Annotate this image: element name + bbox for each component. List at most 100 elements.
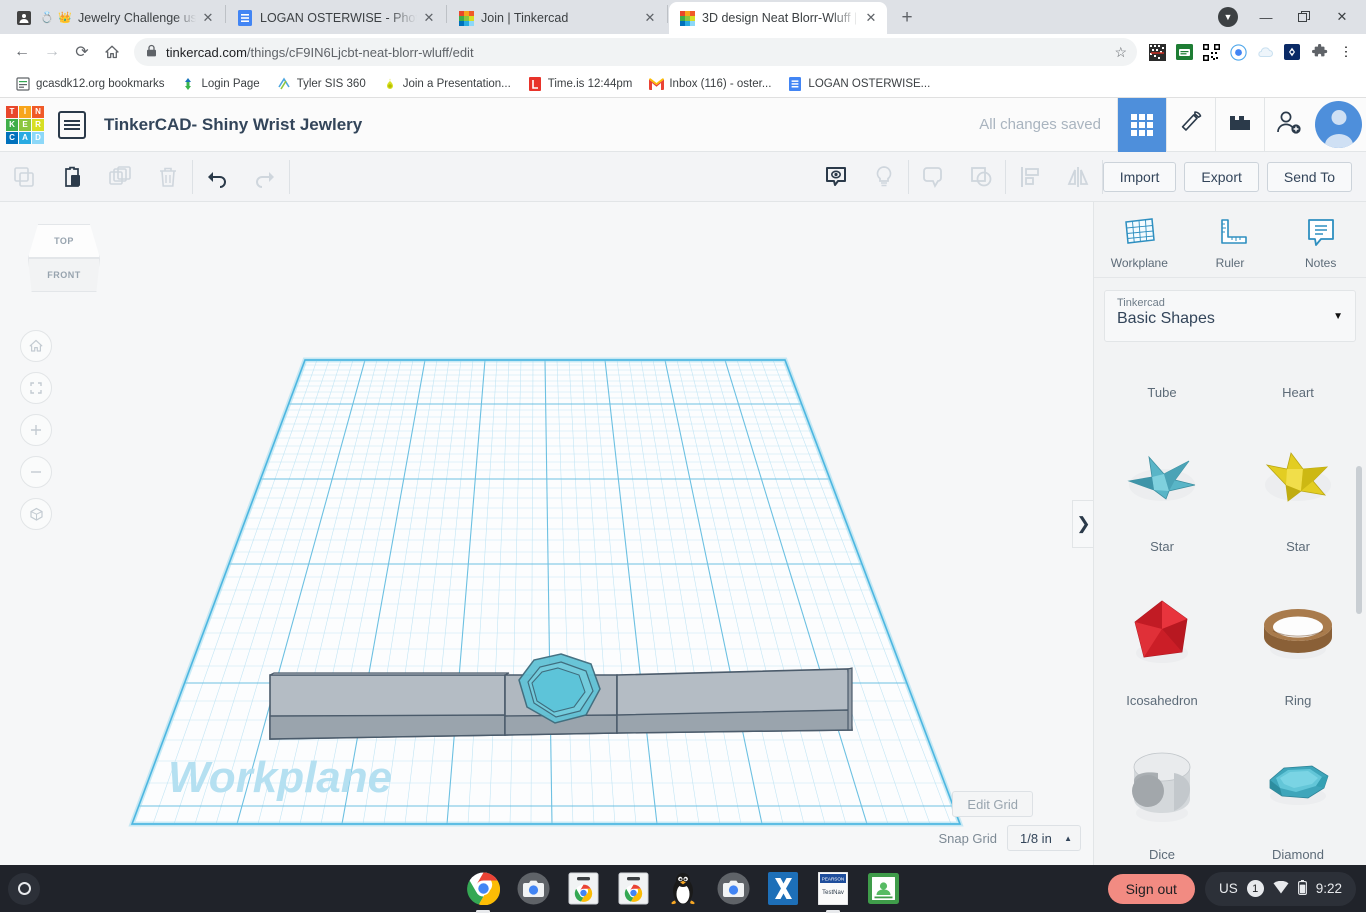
view-cube-top-face[interactable]: TOP bbox=[28, 224, 100, 258]
panel-collapse-toggle[interactable]: ❯ bbox=[1072, 500, 1093, 548]
bookmark-gmail-inbox[interactable]: Inbox (116) - oster... bbox=[641, 73, 778, 95]
design-grid-mode-button[interactable] bbox=[1117, 97, 1166, 152]
lightbulb-button[interactable] bbox=[860, 152, 908, 202]
testnav-app[interactable]: PEARSON TestNav bbox=[816, 872, 850, 913]
shape-library-select[interactable]: Tinkercad Basic Shapes ▼ bbox=[1104, 290, 1356, 342]
zoom-in-button[interactable] bbox=[20, 414, 52, 446]
blocks-mode-button[interactable] bbox=[1215, 97, 1264, 152]
home-button[interactable] bbox=[98, 38, 126, 66]
notes-tool[interactable]: Notes bbox=[1275, 202, 1366, 277]
group-button[interactable] bbox=[909, 152, 957, 202]
delete-button[interactable] bbox=[144, 152, 192, 202]
linux-terminal-app[interactable] bbox=[666, 872, 700, 906]
browser-tab-1[interactable]: 💍 👑 Jewelry Challenge using T ✕ bbox=[6, 2, 224, 34]
codeblocks-mode-button[interactable] bbox=[1166, 97, 1215, 152]
bookmark-login-page[interactable]: Login Page bbox=[173, 73, 266, 95]
qr-scanner-extension-icon[interactable] bbox=[1145, 40, 1169, 64]
panel-scrollbar[interactable] bbox=[1356, 466, 1362, 614]
bookmark-gcasdk12[interactable]: gcasdk12.org bookmarks bbox=[8, 73, 171, 95]
reload-button[interactable]: ⟳ bbox=[68, 38, 96, 66]
ungroup-button[interactable] bbox=[957, 152, 1005, 202]
record-extension-icon[interactable] bbox=[1226, 40, 1250, 64]
ruler-tool[interactable]: Ruler bbox=[1185, 202, 1276, 277]
system-tray[interactable]: US 1 9:22 bbox=[1204, 871, 1356, 906]
shape-icosahedron[interactable]: Icosahedron bbox=[1094, 558, 1230, 712]
edit-grid-button[interactable]: Edit Grid bbox=[952, 791, 1033, 817]
align-tools bbox=[1006, 152, 1102, 202]
invite-people-button[interactable] bbox=[1264, 97, 1313, 152]
zoom-out-button[interactable] bbox=[20, 456, 52, 488]
sign-out-button[interactable]: Sign out bbox=[1107, 873, 1195, 904]
bookmark-star-icon[interactable]: ☆ bbox=[1114, 44, 1127, 61]
shape-tube[interactable]: Tube bbox=[1094, 356, 1230, 404]
shape-diamond[interactable]: Diamond bbox=[1230, 712, 1366, 865]
view-cube[interactable]: TOP FRONT bbox=[24, 224, 104, 296]
duplicate-button[interactable] bbox=[96, 152, 144, 202]
undo-button[interactable] bbox=[193, 152, 241, 202]
tinkercad-app: T I N K E R C A D TinkerCAD- Shiny Wrist… bbox=[0, 97, 1366, 865]
snap-grid-select[interactable]: 1/8 in ▲ bbox=[1007, 825, 1081, 851]
browser-tab-2[interactable]: LOGAN OSTERWISE - Photo Doc ✕ bbox=[227, 2, 445, 34]
project-list-button[interactable] bbox=[58, 110, 86, 139]
dashlane-extension-icon[interactable] bbox=[1280, 40, 1304, 64]
address-bar[interactable]: tinkercad.com/things/cF9IN6Ljcbt-neat-bl… bbox=[134, 38, 1137, 66]
send-to-button[interactable]: Send To bbox=[1266, 161, 1352, 192]
browser-tab-4-active[interactable]: 3D design Neat Blorr-Wluff | Tink ✕ bbox=[669, 2, 887, 34]
shape-star-teal[interactable]: Star bbox=[1094, 404, 1230, 558]
workplane-tool[interactable]: Workplane bbox=[1094, 202, 1185, 277]
tyler-sis-icon bbox=[276, 76, 292, 92]
tab-close-button[interactable]: ✕ bbox=[642, 10, 658, 26]
download-indicator-button[interactable]: ▼ bbox=[1210, 3, 1246, 31]
save-status: All changes saved bbox=[979, 116, 1101, 133]
bookmark-timeis[interactable]: Time.is 12:44pm bbox=[520, 73, 640, 95]
puzzle-extensions-menu-icon[interactable] bbox=[1307, 40, 1331, 64]
green-doc-extension-icon[interactable] bbox=[1172, 40, 1196, 64]
tab-close-button[interactable]: ✕ bbox=[863, 10, 879, 26]
page-title[interactable]: TinkerCAD- Shiny Wrist Jewlery bbox=[104, 115, 362, 135]
new-tab-button[interactable]: + bbox=[893, 4, 921, 32]
paste-button[interactable] bbox=[48, 152, 96, 202]
shape-star-yellow[interactable]: Star bbox=[1230, 404, 1366, 558]
shape-dice[interactable]: Dice bbox=[1094, 712, 1230, 865]
forward-button[interactable]: → bbox=[38, 38, 66, 66]
cloud-extension-icon[interactable] bbox=[1253, 40, 1277, 64]
export-button[interactable]: Export bbox=[1184, 161, 1259, 192]
xello-app[interactable] bbox=[766, 872, 800, 906]
back-button[interactable]: ← bbox=[8, 38, 36, 66]
tab-close-button[interactable]: ✕ bbox=[200, 10, 216, 26]
bookmark-logan-osterwise-doc[interactable]: LOGAN OSTERWISE... bbox=[780, 73, 937, 95]
launcher-button[interactable] bbox=[8, 872, 40, 905]
google-classroom-app[interactable] bbox=[866, 872, 900, 906]
3d-viewport[interactable]: Workplane TOP FRONT Edit Grid Snap Grid … bbox=[0, 202, 1093, 865]
fit-view-button[interactable] bbox=[20, 372, 52, 404]
tinkercad-logo[interactable]: T I N K E R C A D bbox=[0, 98, 50, 152]
align-button[interactable] bbox=[1006, 152, 1054, 202]
camera-app-2[interactable] bbox=[716, 872, 750, 906]
chrome-app[interactable] bbox=[466, 872, 500, 913]
tab-close-button[interactable]: ✕ bbox=[421, 10, 437, 26]
avatar[interactable] bbox=[1315, 101, 1362, 148]
chrome-menu-icon[interactable]: ⋮ bbox=[1334, 40, 1358, 64]
camera-app[interactable] bbox=[516, 872, 550, 906]
home-view-button[interactable] bbox=[20, 330, 52, 362]
bookmark-tyler-sis[interactable]: Tyler SIS 360 bbox=[269, 73, 373, 95]
chrome-shortcut-2[interactable] bbox=[616, 872, 650, 906]
wifi-icon bbox=[1273, 880, 1289, 897]
shape-ring[interactable]: Ring bbox=[1230, 558, 1366, 712]
import-button[interactable]: Import bbox=[1102, 161, 1177, 192]
view-cube-front-face[interactable]: FRONT bbox=[28, 258, 100, 292]
ortho-perspective-button[interactable] bbox=[20, 498, 52, 530]
redo-button[interactable] bbox=[241, 152, 289, 202]
show-hide-button[interactable] bbox=[812, 152, 860, 202]
qr-code-extension-icon[interactable] bbox=[1199, 40, 1223, 64]
shape-heart[interactable]: Heart bbox=[1230, 356, 1366, 404]
maximize-restore-button[interactable] bbox=[1286, 3, 1322, 31]
box-left-shape bbox=[269, 672, 510, 740]
chrome-shortcut-1[interactable] bbox=[566, 872, 600, 906]
copy-button[interactable] bbox=[0, 152, 48, 202]
mirror-button[interactable] bbox=[1054, 152, 1102, 202]
minimize-button[interactable]: — bbox=[1248, 3, 1284, 31]
browser-tab-3[interactable]: Join | Tinkercad ✕ bbox=[448, 2, 666, 34]
bookmark-join-presentation[interactable]: Join a Presentation... bbox=[375, 73, 518, 95]
close-window-button[interactable]: ✕ bbox=[1324, 3, 1360, 31]
